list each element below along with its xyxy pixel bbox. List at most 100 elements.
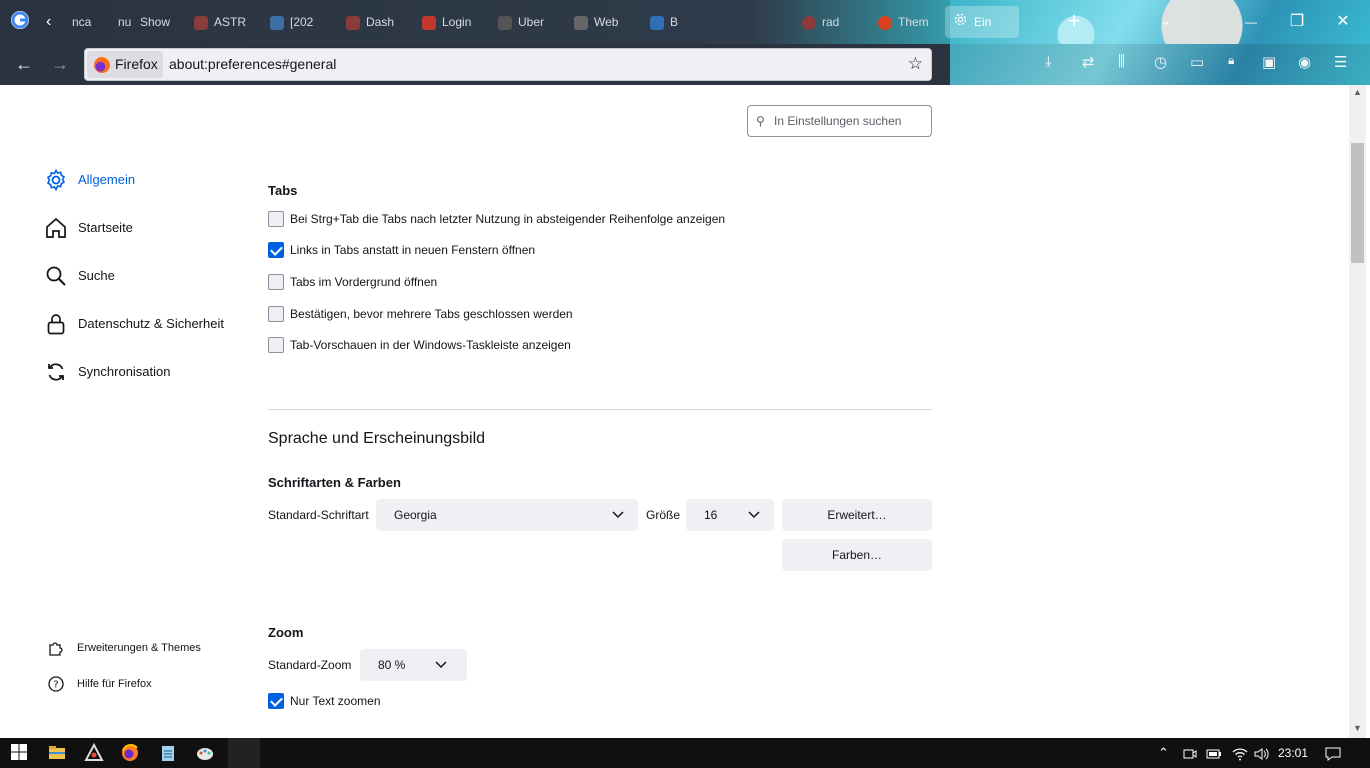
battery-icon[interactable]	[1206, 738, 1222, 768]
app-icon[interactable]	[84, 742, 104, 763]
search-icon	[44, 264, 68, 288]
back-button[interactable]: ←	[11, 52, 37, 78]
checkbox-checked[interactable]	[268, 242, 284, 258]
meet-now-icon[interactable]	[1183, 738, 1197, 768]
category-home[interactable]: Startseite	[44, 214, 133, 242]
taskbar-clock[interactable]: 23:01	[1278, 738, 1308, 768]
category-sync[interactable]: Synchronisation	[44, 358, 171, 386]
browser-tab[interactable]: Show	[140, 6, 180, 38]
checkbox-taskbar-previews[interactable]: Tab-Vorschauen in der Windows-Taskleiste…	[268, 336, 571, 354]
home-icon	[44, 216, 68, 240]
help-icon: ?	[47, 675, 65, 693]
list-all-tabs-icon[interactable]: ⌄	[1160, 12, 1172, 29]
browser-tab[interactable]: Uber	[498, 6, 554, 38]
chevron-down-icon	[612, 499, 624, 531]
wifi-icon[interactable]	[1232, 738, 1248, 768]
gear-icon	[953, 7, 968, 38]
scroll-down-icon[interactable]: ▼	[1349, 723, 1366, 733]
firefox-taskbar-icon[interactable]	[120, 743, 140, 763]
tray-overflow-icon[interactable]: ⌃	[1158, 738, 1169, 768]
forward-button[interactable]: →	[47, 52, 73, 78]
windows-start-icon[interactable]	[10, 743, 30, 763]
url-text[interactable]: about:preferences#general	[169, 49, 336, 80]
identity-box[interactable]: Firefox	[87, 51, 163, 78]
fonts-colors-heading: Schriftarten & Farben	[268, 475, 401, 490]
checkbox-links-in-tabs[interactable]: Links in Tabs anstatt in neuen Fenstern …	[268, 241, 535, 259]
default-zoom-label: Standard-Zoom	[268, 658, 352, 672]
browser-tab[interactable]: Dash	[346, 6, 402, 38]
browser-tab[interactable]: nca	[72, 6, 112, 38]
checkbox-confirm-close[interactable]: Bestätigen, bevor mehrere Tabs geschloss…	[268, 305, 573, 323]
zoom-heading: Zoom	[268, 625, 304, 640]
notifications-icon[interactable]	[1325, 738, 1341, 768]
url-bar[interactable]: Firefox about:preferences#general ☆	[84, 48, 932, 81]
checkbox[interactable]	[268, 337, 284, 353]
link-firefox-help[interactable]: ? Hilfe für Firefox	[47, 674, 152, 694]
history-icon[interactable]: ◷	[1154, 53, 1167, 71]
sync-toolbar-icon[interactable]: ⇄	[1082, 53, 1095, 71]
font-size-select[interactable]: 16	[686, 499, 774, 531]
new-tab-button[interactable]: +	[1060, 8, 1088, 36]
search-input[interactable]: ⚲ In Einstellungen suchen	[747, 105, 932, 137]
page-scrollbar[interactable]: ▲ ▼	[1349, 85, 1366, 738]
lock-toolbar-icon[interactable]: 🔒︎	[1228, 53, 1234, 68]
close-window-button[interactable]: ✕	[1320, 8, 1366, 36]
library-icon[interactable]: ⫼	[1118, 53, 1125, 70]
windows-taskbar: ⌃ 23:01	[0, 738, 1370, 768]
browser-tab[interactable]: nu	[118, 6, 138, 38]
checkbox[interactable]	[268, 306, 284, 322]
browser-tab[interactable]: Them	[878, 6, 938, 38]
browser-tab[interactable]: Login	[422, 6, 478, 38]
category-general[interactable]: Allgemein	[44, 166, 135, 194]
minimize-button[interactable]: —	[1228, 8, 1274, 36]
chevron-down-icon	[748, 499, 760, 531]
checkbox-zoom-text-only[interactable]: Nur Text zoomen	[268, 692, 381, 710]
default-font-select[interactable]: Georgia	[376, 499, 638, 531]
menu-icon[interactable]: ☰	[1334, 53, 1347, 71]
terminal-icon[interactable]	[228, 738, 260, 768]
volume-icon[interactable]	[1254, 738, 1270, 768]
notepad-icon[interactable]	[158, 743, 178, 763]
default-font-label: Standard-Schriftart	[268, 508, 369, 522]
chevron-down-icon	[435, 649, 447, 681]
advanced-fonts-button[interactable]: Erweitert…	[782, 499, 932, 531]
google-icon[interactable]	[11, 11, 29, 29]
browser-tab[interactable]: Web	[574, 6, 630, 38]
tab-favicon	[422, 15, 436, 30]
browser-tab[interactable]: ASTR	[194, 6, 254, 38]
checkbox[interactable]	[268, 211, 284, 227]
checkbox-ctrl-tab[interactable]: Bei Strg+Tab die Tabs nach letzter Nutzu…	[268, 210, 725, 228]
link-addons-themes[interactable]: Erweiterungen & Themes	[47, 638, 201, 658]
lock-icon	[44, 312, 68, 336]
tabs-scroll-left-icon[interactable]: ‹	[46, 6, 66, 38]
tab-favicon	[346, 15, 360, 30]
gear-icon	[44, 168, 68, 192]
browser-tab[interactable]: [202	[270, 6, 326, 38]
tab-favicon	[802, 15, 816, 30]
file-explorer-icon[interactable]	[47, 743, 67, 763]
default-zoom-select[interactable]: 80 %	[360, 649, 467, 681]
checkbox-checked[interactable]	[268, 693, 284, 709]
category-privacy[interactable]: Datenschutz & Sicherheit	[44, 310, 224, 338]
browser-tab-active[interactable]: Ein	[945, 6, 1019, 38]
scroll-up-icon[interactable]: ▲	[1349, 87, 1366, 97]
extension-mask-icon[interactable]: ◉	[1298, 53, 1311, 71]
tab-favicon	[498, 15, 512, 30]
font-size-label: Größe	[646, 508, 681, 522]
checkbox-foreground-tabs[interactable]: Tabs im Vordergrund öffnen	[268, 273, 437, 291]
bookmark-star-icon[interactable]: ☆	[908, 54, 923, 74]
browser-tab[interactable]: B	[650, 6, 706, 38]
search-icon: ⚲	[756, 114, 765, 128]
category-search[interactable]: Suche	[44, 262, 115, 290]
scrollbar-thumb[interactable]	[1351, 143, 1364, 263]
downloads-icon[interactable]: ⤓	[1045, 53, 1052, 70]
checkbox[interactable]	[268, 274, 284, 290]
tab-strip: ‹ nca nu Show ASTR [202 Dash Login Uber …	[0, 0, 1370, 44]
colors-button[interactable]: Farben…	[782, 539, 932, 571]
sidebar-icon[interactable]: ▭	[1190, 53, 1204, 71]
extension-r-icon[interactable]: ▣	[1262, 53, 1276, 71]
firefox-icon	[94, 57, 110, 73]
maximize-button[interactable]: ❐	[1274, 8, 1320, 36]
paint-icon[interactable]	[195, 743, 215, 763]
browser-tab[interactable]: rad	[802, 6, 858, 38]
